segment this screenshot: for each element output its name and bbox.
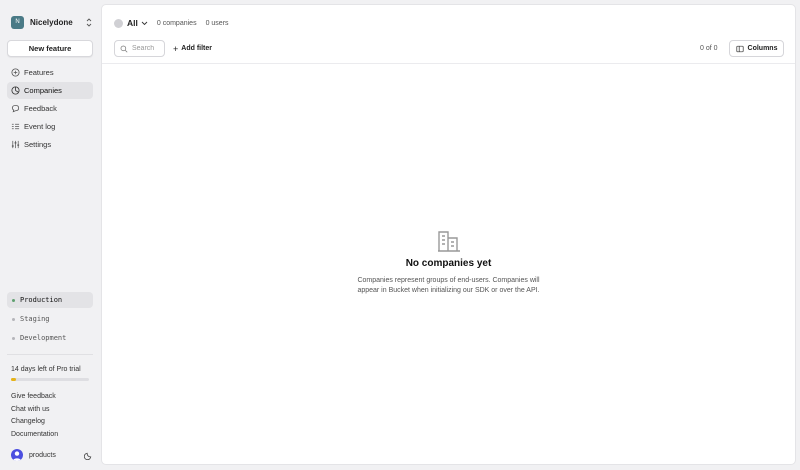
org-avatar: N: [11, 15, 24, 29]
segment-filter: All 0 companies 0 users: [114, 16, 238, 30]
env-status-dot: [12, 298, 15, 302]
sidebar-item-label: Settings: [24, 140, 52, 149]
search-input[interactable]: [132, 45, 164, 52]
event-log-icon: [11, 122, 20, 131]
sidebar: N Nicelydone New feature Features Compan…: [0, 0, 100, 470]
sidebar-item-label: Feedback: [24, 104, 57, 113]
env-item-staging[interactable]: Staging: [7, 311, 93, 327]
table-toolbar: + Add filter: [114, 40, 212, 57]
main-panel: All 0 companies 0 users + Add filter 0 o…: [101, 4, 796, 465]
plus-icon: +: [173, 43, 179, 54]
users-count: 0 users: [205, 19, 229, 27]
help-links: Give feedback Chat with us Changelog Doc…: [11, 392, 58, 442]
env-status-dot: [12, 336, 15, 340]
features-icon: [11, 68, 20, 77]
trial-progress-fill: [11, 378, 17, 381]
sidebar-item-features[interactable]: Features: [7, 64, 93, 81]
new-feature-button[interactable]: New feature: [7, 40, 93, 57]
environment-list: Production Staging Development: [7, 292, 93, 349]
user-name: products: [29, 451, 56, 459]
trial-progress-bar: [11, 378, 89, 381]
env-item-production[interactable]: Production: [7, 292, 93, 308]
empty-title: No companies yet: [405, 258, 492, 269]
divider: [102, 63, 795, 64]
env-label: Production: [20, 296, 63, 304]
columns-button[interactable]: Columns: [729, 40, 784, 57]
env-label: Development: [20, 334, 67, 342]
building-icon: [437, 231, 460, 252]
columns-label: Columns: [747, 45, 778, 52]
empty-state: No companies yet Companies represent gro…: [102, 230, 795, 296]
sidebar-item-label: Features: [24, 68, 54, 77]
trial-text[interactable]: 14 days left of Pro trial: [11, 366, 81, 373]
search-box[interactable]: [114, 40, 165, 57]
env-status-dot: [12, 317, 15, 321]
empty-description: Companies represent groups of end-users.…: [357, 277, 540, 294]
companies-count: 0 companies: [156, 19, 197, 27]
give-feedback-link[interactable]: Give feedback: [11, 392, 58, 405]
avatar: [11, 449, 23, 461]
sidebar-nav: Features Companies Feedback Event log Se…: [7, 64, 93, 154]
chat-with-us-link[interactable]: Chat with us: [11, 405, 58, 418]
segment-selector[interactable]: All: [127, 18, 138, 28]
add-filter-label: Add filter: [181, 45, 212, 52]
add-filter-button[interactable]: + Add filter: [173, 44, 212, 54]
moon-icon[interactable]: [84, 451, 93, 460]
sidebar-item-label: Event log: [24, 122, 56, 131]
sidebar-item-label: Companies: [24, 86, 62, 95]
chevron-down-icon[interactable]: [141, 20, 148, 27]
env-label: Staging: [20, 315, 50, 323]
settings-icon: [11, 140, 20, 149]
feedback-icon: [11, 104, 20, 113]
sidebar-item-feedback[interactable]: Feedback: [7, 100, 93, 117]
org-switcher[interactable]: N Nicelydone: [11, 14, 93, 30]
changelog-link[interactable]: Changelog: [11, 417, 58, 430]
chevron-up-down-icon: [85, 16, 93, 28]
sidebar-item-companies[interactable]: Companies: [7, 82, 93, 99]
org-name: Nicelydone: [30, 17, 73, 27]
documentation-link[interactable]: Documentation: [11, 430, 58, 443]
divider: [7, 354, 93, 355]
pagination-count: 0 of 0: [700, 45, 718, 52]
search-icon: [120, 45, 128, 52]
companies-icon: [11, 86, 20, 95]
columns-icon: [735, 45, 744, 52]
env-item-development[interactable]: Development: [7, 330, 93, 346]
user-menu[interactable]: products: [11, 449, 93, 461]
sidebar-item-settings[interactable]: Settings: [7, 136, 93, 153]
segment-dot: [114, 18, 123, 28]
sidebar-item-event-log[interactable]: Event log: [7, 118, 93, 135]
